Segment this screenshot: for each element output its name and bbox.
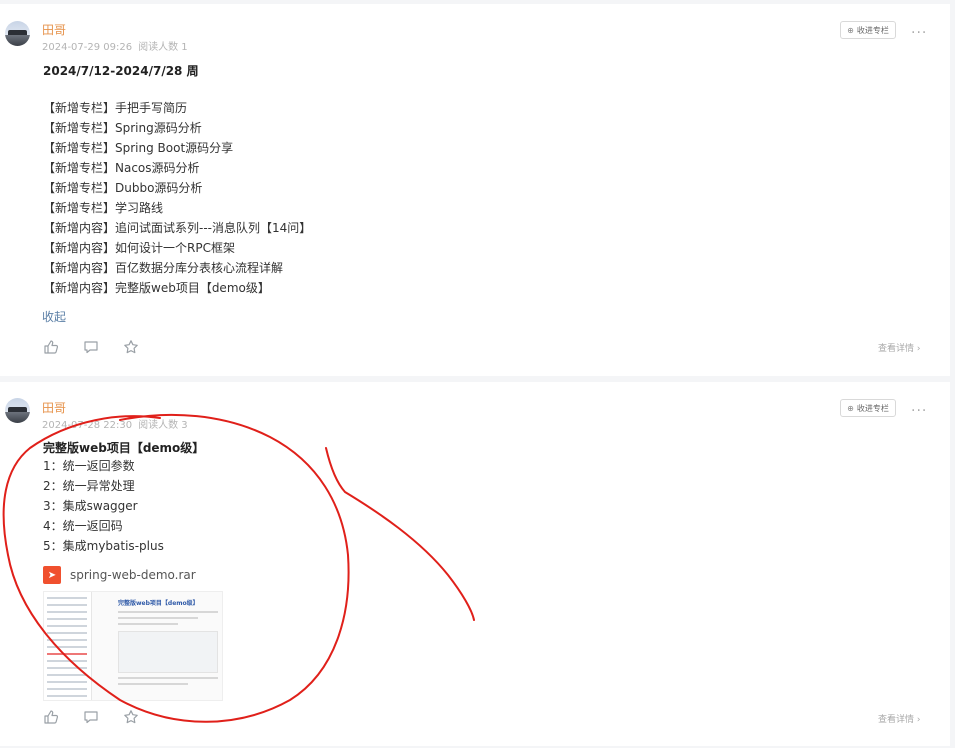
view-detail-link[interactable]: 查看详情 › (878, 341, 920, 354)
star-icon (124, 340, 138, 354)
favorite-button[interactable] (122, 338, 140, 356)
avatar[interactable] (5, 21, 30, 46)
content-line: 【新增专栏】Spring Boot源码分享 (43, 141, 234, 155)
collect-icon: ⊕ (847, 25, 854, 35)
content-line: 5：集成mybatis-plus (43, 539, 164, 553)
attachment-name[interactable]: spring-web-demo.rar (70, 568, 196, 582)
content-line: 【新增专栏】Spring源码分析 (43, 121, 202, 135)
collect-to-column-button[interactable]: ⊕ 收进专栏 (840, 21, 896, 39)
favorite-button[interactable] (122, 708, 140, 726)
like-icon (44, 340, 59, 354)
collect-label: 收进专栏 (856, 403, 889, 413)
content-line: 2：统一异常处理 (43, 479, 135, 493)
content-line: 【新增专栏】Dubbo源码分析 (43, 181, 203, 195)
collect-label: 收进专栏 (856, 25, 889, 35)
like-button[interactable] (42, 708, 60, 726)
content-line: 【新增内容】百亿数据分库分表核心流程详解 (43, 261, 284, 275)
content-line: 3：集成swagger (43, 499, 138, 513)
collect-icon: ⊕ (847, 403, 854, 413)
read-count: 阅读人数 1 (138, 42, 188, 53)
author-name[interactable]: 田哥 (42, 21, 66, 38)
thumbnail-code-block (118, 631, 218, 673)
post-title: 2024/7/12-2024/7/28 周 (43, 64, 199, 78)
content-line: 【新增专栏】学习路线 (43, 201, 164, 215)
post-content: 【新增专栏】手把手写简历 【新增专栏】Spring源码分析 【新增专栏】Spri… (43, 98, 311, 298)
thumbnail-main: 完整版web项目【demo级】 (118, 598, 218, 685)
content-line: 1：统一返回参数 (43, 459, 135, 473)
content-line: 4：统一返回码 (43, 519, 123, 533)
avatar[interactable] (5, 398, 30, 423)
pdf-file-icon[interactable]: ➤ (43, 566, 61, 584)
comment-button[interactable] (82, 708, 100, 726)
more-icon[interactable]: ··· (911, 404, 927, 418)
view-detail-link[interactable]: 查看详情 › (878, 712, 920, 725)
like-button[interactable] (42, 338, 60, 356)
content-line: 【新增专栏】手把手写简历 (43, 101, 188, 115)
author-name[interactable]: 田哥 (42, 399, 66, 416)
content-line: 【新增内容】如何设计一个RPC框架 (43, 241, 235, 255)
post-content: 1：统一返回参数 2：统一异常处理 3：集成swagger 4：统一返回码 5：… (43, 456, 164, 556)
post-date: 2024-07-28 22:30 (42, 420, 133, 431)
post-card: 田哥 2024-07-29 09:26 阅读人数 1 ⊕ 收进专栏 ··· 202… (0, 4, 950, 376)
comment-icon (84, 711, 98, 724)
post-card: 田哥 2024-07-28 22:30 阅读人数 3 ⊕ 收进专栏 ··· 完整版… (0, 382, 950, 746)
post-title: 完整版web项目【demo级】 (43, 441, 205, 455)
content-line: 【新增内容】追问试面试系列---消息队列【14问】 (43, 221, 312, 235)
content-line: 【新增内容】完整版web项目【demo级】 (43, 281, 270, 295)
post-date: 2024-07-29 09:26 (42, 42, 133, 53)
comment-icon (84, 341, 98, 354)
like-icon (44, 710, 59, 724)
star-icon (124, 710, 138, 724)
post-meta: 2024-07-29 09:26 阅读人数 1 (42, 38, 188, 53)
post-meta: 2024-07-28 22:30 阅读人数 3 (42, 416, 188, 431)
collapse-link[interactable]: 收起 (42, 308, 66, 325)
comment-button[interactable] (82, 338, 100, 356)
thumbnail-sidebar (44, 592, 92, 700)
more-icon[interactable]: ··· (911, 26, 927, 40)
attachment-thumbnail[interactable]: 完整版web项目【demo级】 (43, 591, 223, 701)
content-line: 【新增专栏】Nacos源码分析 (43, 161, 200, 175)
thumbnail-heading: 完整版web项目【demo级】 (118, 600, 199, 607)
read-count: 阅读人数 3 (138, 420, 188, 431)
collect-to-column-button[interactable]: ⊕ 收进专栏 (840, 399, 896, 417)
